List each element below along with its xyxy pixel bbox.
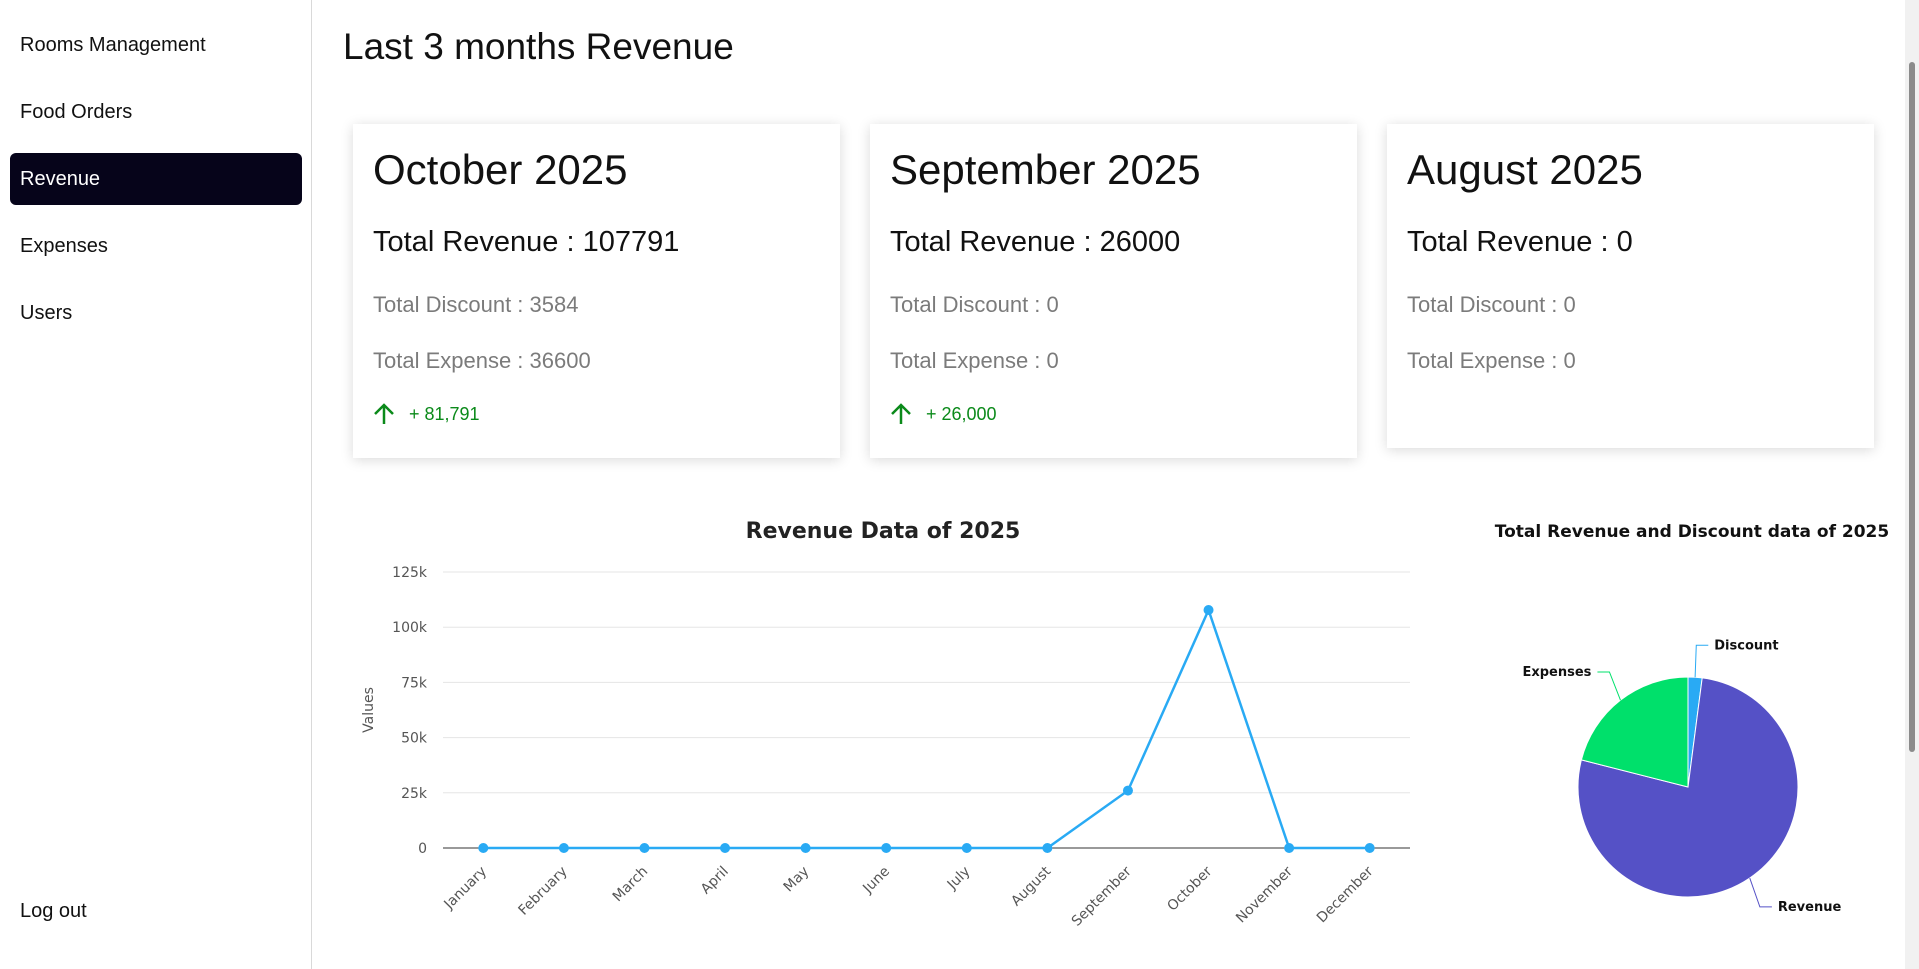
sidebar-item-rooms-management[interactable]: Rooms Management (10, 19, 302, 71)
pie-slice-label: Expenses (1522, 665, 1591, 680)
y-tick-label: 25k (401, 786, 428, 802)
pie-label-leader (1749, 877, 1772, 908)
sidebar-item-expenses[interactable]: Expenses (10, 220, 302, 272)
card-total-revenue: Total Revenue : 26000 (890, 226, 1181, 258)
y-tick-label: 50k (401, 731, 428, 747)
card-month: August 2025 (1407, 146, 1643, 193)
x-tick-label: July (944, 864, 974, 894)
pie-label-leader (1694, 644, 1709, 678)
page-title: Last 3 months Revenue (343, 26, 734, 67)
card-total-discount: Total Discount : 0 (890, 292, 1059, 317)
x-tick-label: January (441, 864, 491, 914)
x-tick-label: March (610, 864, 651, 905)
data-point[interactable] (639, 843, 650, 853)
revenue-pie-chart: Total Revenue and Discount data of 2025 … (1495, 522, 1889, 915)
revenue-card-september: September 2025 Total Revenue : 26000 Tot… (870, 124, 1357, 458)
y-tick-label: 125k (392, 565, 428, 581)
y-axis-label: Values (361, 687, 377, 733)
arrow-up-icon (374, 403, 394, 424)
card-total-revenue: Total Revenue : 107791 (373, 226, 680, 258)
card-growth-value: + 81,791 (409, 403, 480, 424)
data-point[interactable] (800, 843, 811, 853)
data-point[interactable] (961, 843, 972, 853)
x-tick-label: September (1069, 863, 1135, 929)
card-growth: + 26,000 (890, 402, 997, 426)
sidebar-item-food-orders[interactable]: Food Orders (10, 86, 302, 138)
card-total-expense: Total Expense : 0 (1407, 348, 1576, 373)
pie-slice-label: Revenue (1778, 900, 1842, 915)
data-point[interactable] (1042, 843, 1053, 853)
revenue-line-chart: Revenue Data of 2025 Values 0 25k 50k 75k 10… (361, 519, 1410, 930)
card-total-revenue: Total Revenue : 0 (1407, 226, 1633, 258)
y-tick-label: 75k (401, 675, 428, 691)
card-total-expense: Total Expense : 0 (890, 348, 1059, 373)
sidebar: Rooms Management Food Orders Revenue Exp… (0, 0, 312, 969)
card-growth: + 81,791 (373, 402, 480, 426)
data-point[interactable] (881, 843, 892, 853)
data-point[interactable] (1364, 843, 1375, 853)
x-tick-label: November (1233, 863, 1296, 926)
data-point[interactable] (1122, 785, 1133, 796)
pie-chart-title: Total Revenue and Discount data of 2025 (1495, 522, 1889, 542)
sidebar-item-users[interactable]: Users (10, 287, 302, 339)
x-tick-label: October (1164, 863, 1215, 914)
data-point[interactable] (1203, 604, 1214, 615)
data-point[interactable] (558, 843, 569, 853)
revenue-card-october: October 2025 Total Revenue : 107791 Tota… (353, 124, 840, 458)
pie-slice-label: Discount (1714, 638, 1778, 653)
revenue-series-line (483, 606, 1370, 850)
scrollbar[interactable] (1905, 0, 1919, 969)
arrow-up-icon (891, 403, 911, 424)
data-point[interactable] (1284, 843, 1295, 853)
card-month: October 2025 (373, 146, 628, 193)
logout-button[interactable]: Log out (20, 900, 87, 923)
y-tick-label: 0 (418, 841, 427, 857)
x-tick-label: April (698, 864, 732, 898)
data-point[interactable] (720, 843, 731, 853)
pie-label-leader (1597, 671, 1621, 701)
x-tick-label: May (781, 864, 813, 896)
sidebar-item-revenue[interactable]: Revenue (10, 153, 302, 205)
y-tick-label: 100k (392, 620, 428, 636)
revenue-card-august: August 2025 Total Revenue : 0 Total Disc… (1387, 124, 1874, 448)
x-tick-label: June (859, 864, 893, 898)
card-total-discount: Total Discount : 0 (1407, 292, 1576, 317)
x-tick-label: February (516, 864, 571, 919)
card-total-expense: Total Expense : 36600 (373, 348, 591, 373)
line-chart-title: Revenue Data of 2025 (746, 519, 1021, 544)
x-tick-label: December (1314, 863, 1377, 926)
x-tick-label: August (1008, 863, 1054, 909)
card-month: September 2025 (890, 146, 1201, 193)
card-growth-value: + 26,000 (926, 403, 997, 424)
data-point[interactable] (478, 843, 489, 853)
scrollbar-thumb[interactable] (1909, 62, 1915, 752)
card-total-discount: Total Discount : 3584 (373, 292, 579, 317)
